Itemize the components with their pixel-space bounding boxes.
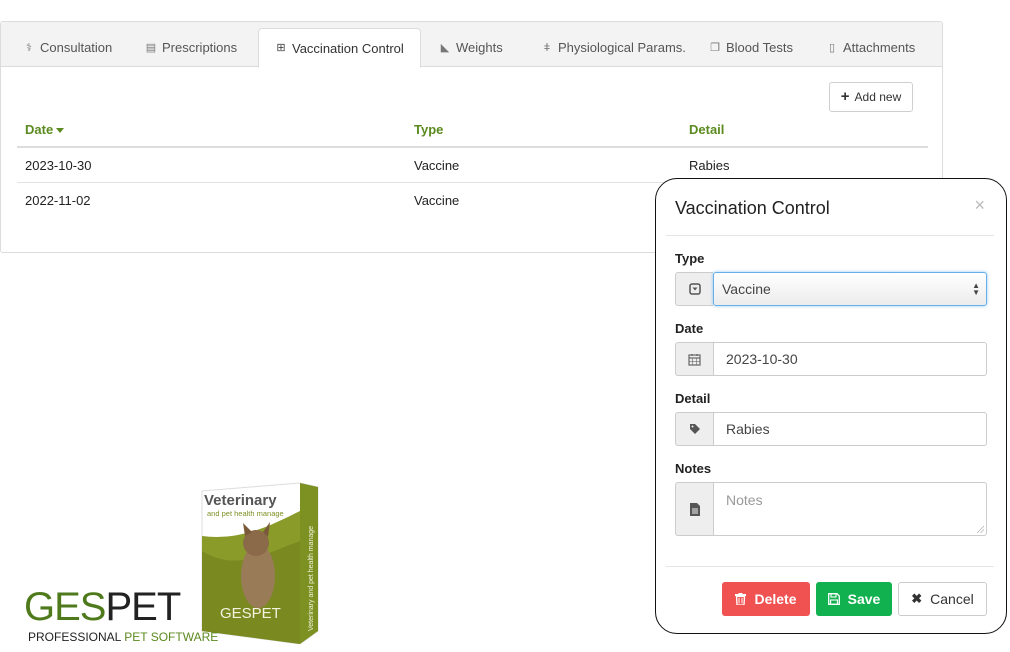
detail-label: Detail bbox=[675, 391, 711, 406]
close-x-icon: ✖ bbox=[911, 591, 923, 606]
cell-type: Vaccine bbox=[414, 193, 460, 208]
cell-date: 2023-10-30 bbox=[25, 158, 92, 173]
tab-consultation[interactable]: ⚕ Consultation bbox=[7, 28, 128, 67]
box-subtitle: and pet health manage bbox=[207, 509, 284, 518]
cell-type: Vaccine bbox=[414, 158, 460, 173]
detail-input[interactable]: Rabies bbox=[713, 412, 987, 446]
tab-prescriptions[interactable]: ▤ Prescriptions bbox=[129, 28, 253, 67]
tab-blood-tests[interactable]: ❐ Blood Tests bbox=[693, 28, 809, 67]
table-header: Date Type Detail bbox=[17, 118, 928, 148]
box-title: Veterinary bbox=[204, 492, 277, 509]
caret-square-down-icon bbox=[688, 283, 701, 295]
tag-glyph bbox=[689, 424, 700, 434]
floppy-disk-icon bbox=[827, 593, 840, 605]
file-text-glyph bbox=[689, 502, 700, 516]
cell-date: 2022-11-02 bbox=[25, 193, 91, 208]
medkit-icon: ⊞ bbox=[276, 42, 286, 54]
dropdown-icon bbox=[675, 272, 713, 306]
type-label: Type bbox=[675, 251, 705, 266]
date-label: Date bbox=[675, 321, 704, 336]
column-header-detail[interactable]: Detail bbox=[689, 122, 724, 137]
type-field-group: Vaccine ▲ ▼ bbox=[675, 272, 987, 306]
column-header-type[interactable]: Type bbox=[414, 122, 443, 137]
area-chart-icon: ◣ bbox=[440, 41, 450, 54]
tab-weights[interactable]: ◣ Weights bbox=[423, 28, 519, 67]
tab-vaccination-control[interactable]: ⊞ Vaccination Control bbox=[258, 28, 421, 68]
copy-document-icon: ❐ bbox=[710, 41, 720, 54]
calendar-glyph bbox=[688, 353, 701, 366]
modal-title: Vaccination Control bbox=[675, 198, 830, 218]
thermometer-icon: ǂ bbox=[543, 41, 551, 54]
gespet-logo: GESPET bbox=[24, 585, 181, 629]
cancel-button[interactable]: ✖ Cancel bbox=[898, 582, 987, 616]
date-input[interactable]: 2023-10-30 bbox=[713, 342, 987, 376]
tab-bar: ⚕ Consultation ▤ Prescriptions ⊞ Vaccina… bbox=[1, 22, 942, 68]
delete-button[interactable]: Delete bbox=[722, 582, 810, 616]
notes-textarea[interactable]: Notes bbox=[713, 482, 987, 536]
select-arrows-icon: ▲ ▼ bbox=[972, 281, 980, 297]
resize-handle[interactable] bbox=[977, 526, 984, 533]
notes-label: Notes bbox=[675, 461, 712, 476]
vaccination-modal: Vaccination Control × Type Vaccine ▲ ▼ Da… bbox=[655, 178, 1007, 634]
tab-attachments[interactable]: ▯ Attachments bbox=[810, 28, 931, 67]
calendar-icon[interactable] bbox=[675, 342, 713, 376]
document-icon bbox=[675, 482, 713, 536]
close-icon[interactable]: × bbox=[974, 195, 985, 216]
column-header-date[interactable]: Date bbox=[25, 122, 65, 137]
add-new-button[interactable]: + Add new bbox=[829, 82, 913, 112]
detail-field-group: Rabies bbox=[675, 412, 987, 446]
modal-header-divider bbox=[666, 235, 994, 236]
tag-icon bbox=[675, 412, 713, 446]
prescription-card-icon: ▤ bbox=[145, 41, 157, 54]
notes-field-group: Notes bbox=[675, 482, 987, 536]
tab-physiological-params[interactable]: ǂ Physiological Params. bbox=[525, 28, 702, 67]
brand-tagline: PROFESSIONAL PET SOFTWARE bbox=[28, 630, 219, 644]
type-select[interactable]: Vaccine ▲ ▼ bbox=[713, 272, 987, 306]
cell-detail: Rabies bbox=[689, 158, 730, 173]
product-box-image: Veterinary and pet health manage GESPET … bbox=[201, 482, 319, 644]
trash-icon bbox=[735, 593, 747, 605]
date-field-group: 2023-10-30 bbox=[675, 342, 987, 376]
stethoscope-icon: ⚕ bbox=[26, 41, 32, 54]
box-side-text: Veterinary and pet health manage bbox=[308, 526, 315, 631]
sort-desc-icon bbox=[56, 128, 65, 134]
plus-icon: + bbox=[840, 88, 850, 105]
save-button[interactable]: Save bbox=[816, 582, 892, 616]
file-attachment-icon: ▯ bbox=[828, 41, 836, 54]
box-logo: GESPET bbox=[220, 605, 281, 622]
modal-footer-divider bbox=[666, 566, 994, 567]
